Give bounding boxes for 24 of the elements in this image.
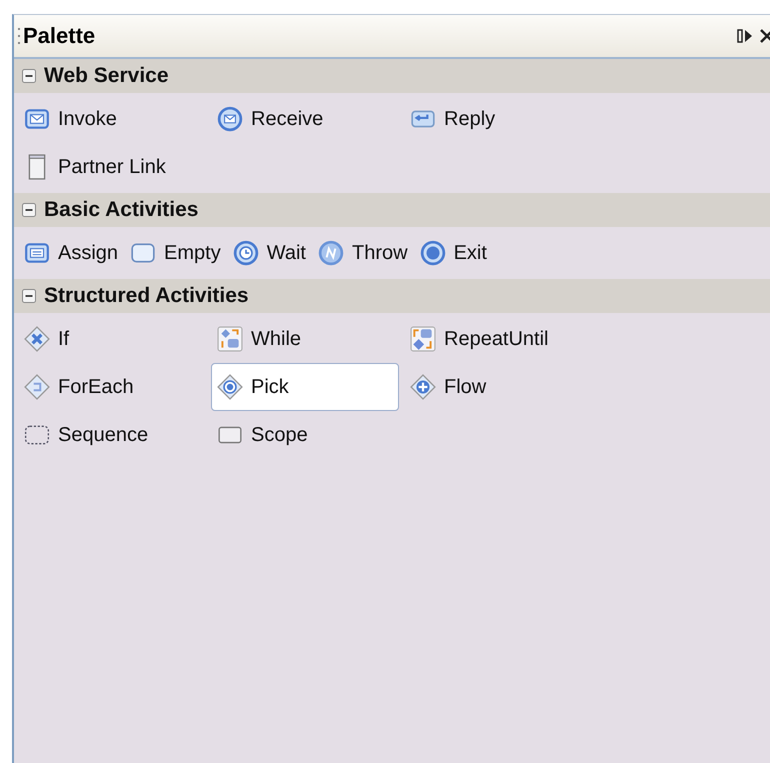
palette-item[interactable]: Invoke — [18, 95, 206, 143]
palette-item[interactable]: Partner Link — [18, 143, 206, 191]
section-header[interactable]: Basic Activities — [14, 193, 770, 227]
section-title: Basic Activities — [44, 198, 198, 222]
palette-item[interactable]: Empty — [124, 229, 227, 277]
palette-item[interactable]: Assign — [18, 229, 124, 277]
palette-item[interactable]: ForEach — [18, 363, 206, 411]
palette-item[interactable]: Reply — [404, 95, 592, 143]
section-title: Web Service — [44, 64, 169, 88]
palette-item[interactable]: Scope — [211, 411, 399, 459]
palette-item[interactable]: Throw — [312, 229, 414, 277]
palette-item[interactable]: Receive — [211, 95, 399, 143]
palette-item[interactable]: Pick — [211, 363, 399, 411]
section-header[interactable]: Web Service — [14, 59, 770, 93]
palette-item[interactable]: Flow — [404, 363, 592, 411]
palette-item[interactable]: RepeatUntil — [404, 315, 592, 363]
palette-item[interactable]: Exit — [414, 229, 493, 277]
panel-title: Palette — [23, 23, 96, 49]
palette-item[interactable]: Sequence — [18, 411, 206, 459]
section-title: Structured Activities — [44, 284, 249, 308]
palette-item[interactable]: If — [18, 315, 206, 363]
section-header[interactable]: Structured Activities — [14, 279, 770, 313]
palette-item[interactable]: Wait — [226, 229, 312, 277]
palette-item[interactable]: While — [211, 315, 399, 363]
